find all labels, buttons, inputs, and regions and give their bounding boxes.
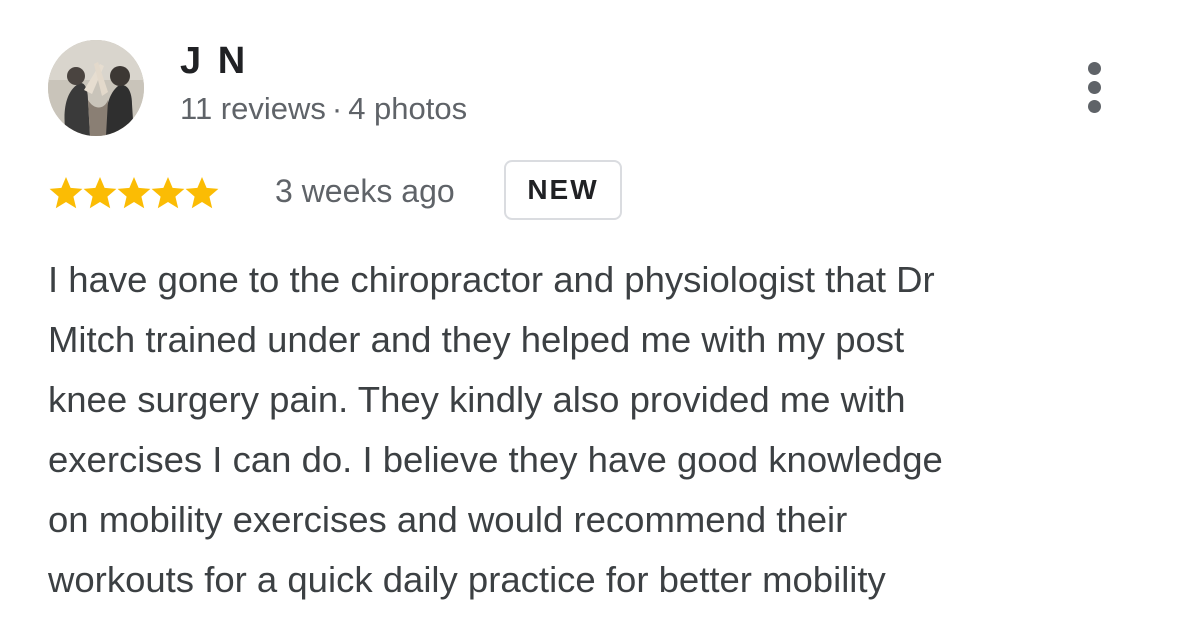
- review-text: I have gone to the chiropractor and phys…: [48, 250, 1148, 610]
- reviewer-avatar[interactable]: [48, 40, 144, 136]
- review-text-line: workouts for a quick daily practice for …: [48, 559, 886, 600]
- star-icon: [49, 177, 83, 209]
- review-count: 11 reviews: [180, 91, 326, 126]
- more-options-button[interactable]: [1078, 60, 1114, 116]
- review-text-line: on mobility exercises and would recommen…: [48, 499, 848, 540]
- review-text-line: Mitch trained under and they helped me w…: [48, 319, 905, 360]
- more-vert-icon-dot: [1088, 81, 1101, 94]
- review-text-line: knee surgery pain. They kindly also prov…: [48, 379, 906, 420]
- review-text-line: exercises I can do. I believe they have …: [48, 439, 943, 480]
- star-icon: [83, 177, 117, 209]
- reviewer-name[interactable]: J N: [180, 42, 248, 80]
- reviewer-stats[interactable]: 11 reviews · 4 photos: [180, 91, 468, 126]
- new-badge: NEW: [504, 160, 622, 220]
- more-vert-icon-dot: [1088, 100, 1101, 113]
- rating-row: 3 weeks ago NEW: [48, 160, 1148, 224]
- photo-count: 4 photos: [348, 91, 468, 126]
- more-vert-icon-dot: [1088, 62, 1101, 75]
- star-icon: [151, 177, 185, 209]
- star-icon: [185, 177, 219, 209]
- avatar-photo-image: [48, 40, 144, 136]
- review-text-line: I have gone to the chiropractor and phys…: [48, 259, 935, 300]
- star-rating: [48, 175, 219, 211]
- meta-separator: ·: [331, 91, 343, 126]
- star-icon: [117, 177, 151, 209]
- review-date: 3 weeks ago: [275, 173, 455, 209]
